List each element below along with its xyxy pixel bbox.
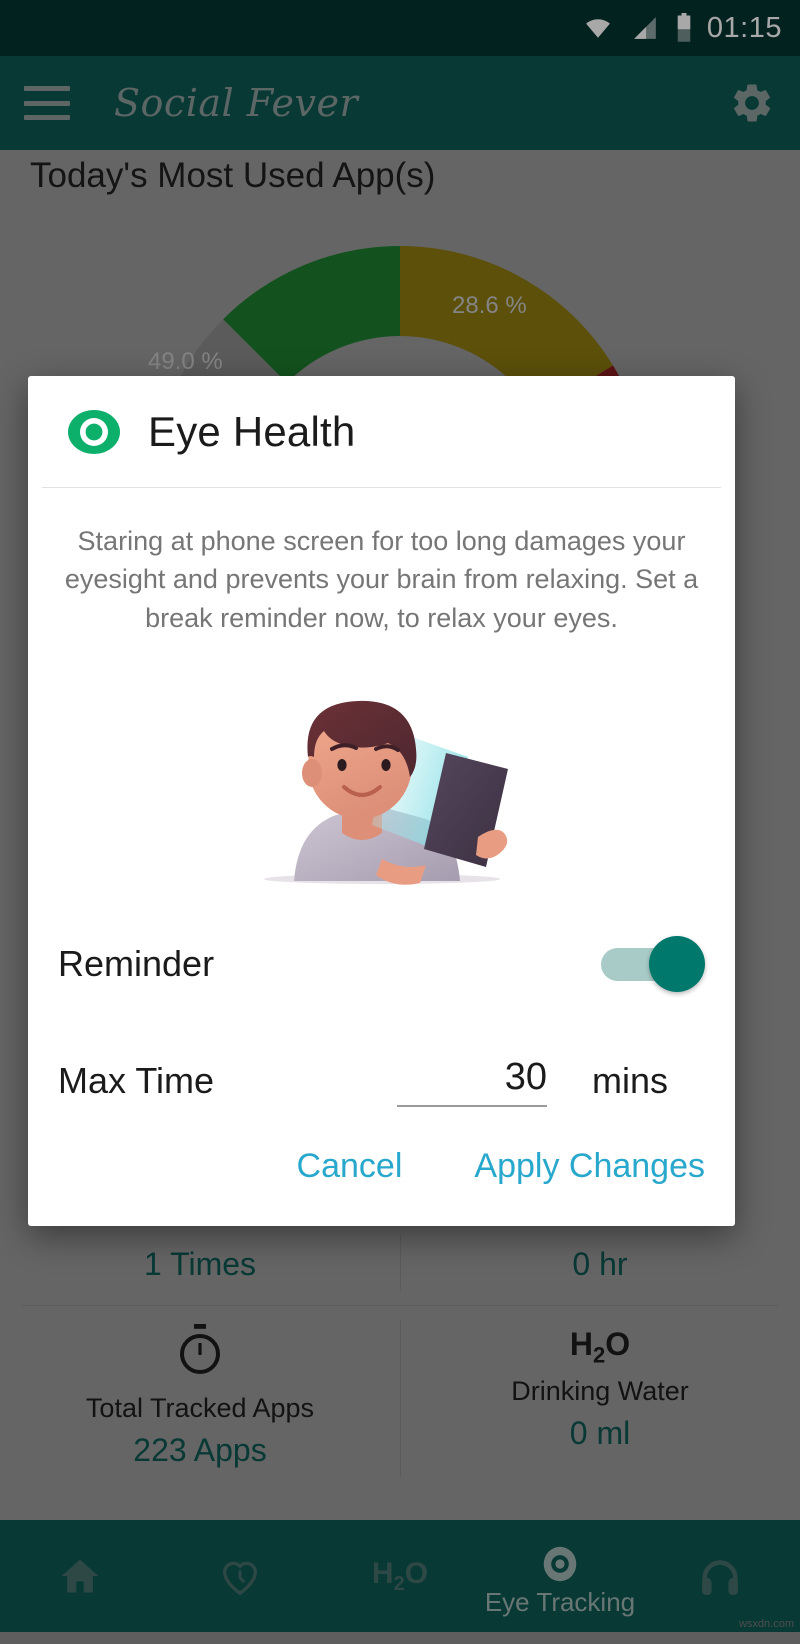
boy-reading-tablet-illustration [28, 653, 735, 891]
toggle-thumb [649, 935, 705, 992]
cancel-button[interactable]: Cancel [289, 1141, 411, 1192]
apply-changes-button[interactable]: Apply Changes [466, 1141, 713, 1192]
eye-health-dialog: Eye Health Staring at phone screen for t… [28, 376, 735, 1226]
dialog-description: Staring at phone screen for too long dam… [64, 526, 699, 633]
eye-icon [68, 409, 120, 454]
max-time-input[interactable]: 30 [397, 1056, 547, 1107]
reminder-row: Reminder [28, 905, 735, 1022]
reminder-toggle[interactable] [601, 935, 705, 992]
max-time-unit-label: mins [591, 1060, 668, 1102]
max-time-row: Max Time 30 mins [28, 1022, 735, 1141]
dialog-header: Eye Health [28, 376, 735, 487]
max-time-label: Max Time [58, 1060, 215, 1102]
dialog-title: Eye Health [148, 407, 356, 455]
reminder-label: Reminder [58, 942, 215, 984]
dialog-actions: Cancel Apply Changes [28, 1141, 735, 1226]
